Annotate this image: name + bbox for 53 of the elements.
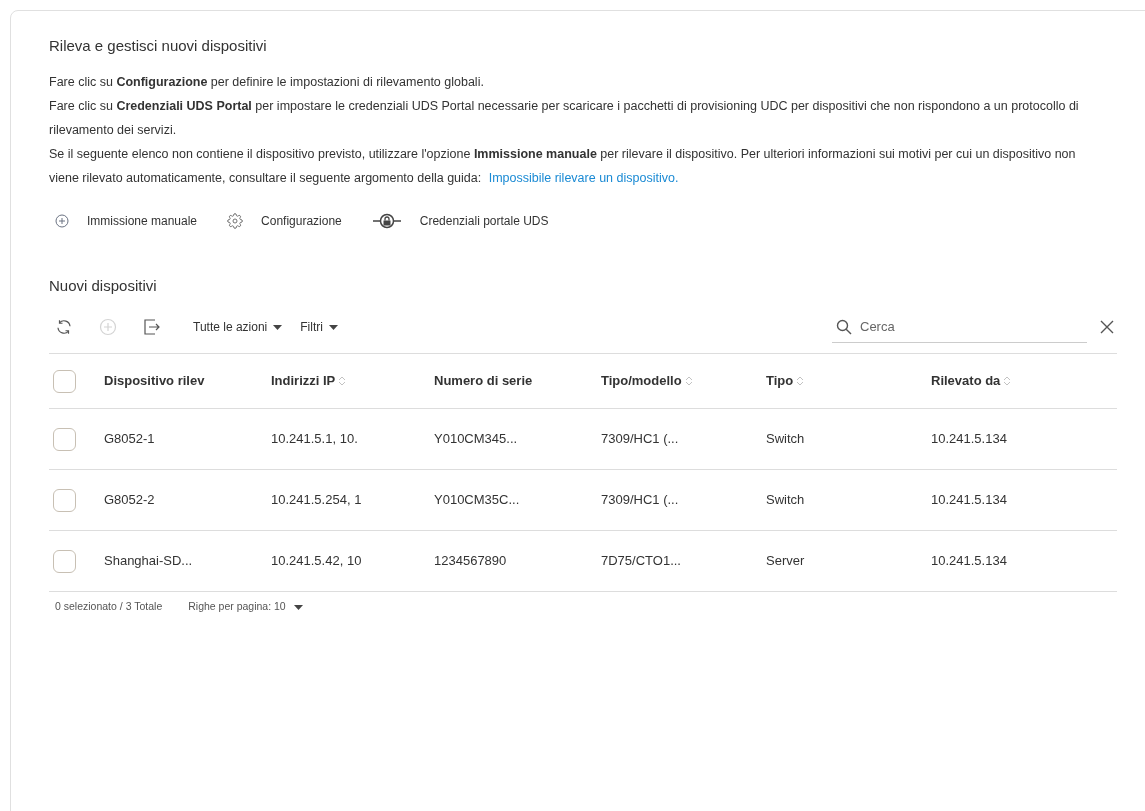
sort-icon <box>797 376 804 386</box>
table-cell: 10.241.5.42, 10 <box>271 553 362 569</box>
table-cell: 10.241.5.134 <box>931 431 1007 447</box>
table-cell: 10.241.5.134 <box>931 492 1007 508</box>
table-cell: Switch <box>766 431 805 447</box>
sort-icon <box>339 376 346 386</box>
table-cell: 7309/HC1 (... <box>601 431 679 447</box>
select-all-checkbox[interactable] <box>53 369 76 393</box>
table-cell: Server <box>766 553 805 569</box>
table-cell: Shanghai-SD... <box>104 553 193 569</box>
column-header[interactable]: Rilevato da <box>931 371 1001 391</box>
row-checkbox[interactable] <box>53 488 76 512</box>
sort-icon <box>1004 376 1011 386</box>
table-cell: 1234567890 <box>434 553 507 569</box>
description-text: Fare clic su Credenziali UDS Portal per impostare le credenziali UDS Portal necessarie per scaricare i pacchetti di provisioning UDC per dispositivi che non rispondono a un protocollo di rilevamento dei servizi. <box>49 97 1080 139</box>
plus-circle-icon <box>55 213 69 228</box>
rows-per-page-dropdown[interactable]: Righe per pagina: 10 <box>188 599 303 615</box>
table-cell: 10.241.5.134 <box>931 553 1007 569</box>
action-button[interactable]: Immissione manuale <box>55 211 198 230</box>
dropdown-menu[interactable]: Tutte le azioni <box>193 318 283 336</box>
sort-icon <box>685 376 692 386</box>
dropdown-menu[interactable]: Filtri <box>300 318 338 336</box>
selection-summary: 0 selezionato / 3 Totale <box>55 599 163 615</box>
table-cell: G8052-1 <box>104 431 155 447</box>
table-cell: Y010CM35C... <box>434 492 520 508</box>
column-header[interactable]: Indirizzi IP <box>271 371 336 391</box>
row-checkbox[interactable] <box>53 549 76 573</box>
table-cell: G8052-2 <box>104 492 155 508</box>
gear-icon <box>227 212 244 229</box>
description-text: Fare clic su Configurazione per definire le impostazioni di rilevamento globali. <box>49 73 485 91</box>
lock-icon <box>371 212 402 229</box>
section-title: Nuovi dispositivi <box>49 275 158 296</box>
description-text: Se il seguente elenco non contiene il dispositivo previsto, utilizzare l'opzione Immissione manuale per rilevare il dispositivo. Per ulteriori informazioni sui motivi per cui un dispositivo non viene rilevato automaticamente, consultare il seguente argomento della guida: Impossibile rilevare un dispositivo. <box>49 145 1077 187</box>
table-cell: Y010CM345... <box>434 431 518 447</box>
column-header[interactable]: Tipo/modello <box>601 371 682 391</box>
column-header[interactable]: Tipo <box>766 371 794 391</box>
table-cell: 10.241.5.1, 10. <box>271 431 358 447</box>
action-button[interactable]: Credenziali portale UDS <box>371 211 549 230</box>
search-field[interactable]: Cerca <box>860 316 1060 337</box>
table-cell: 7309/HC1 (... <box>601 492 679 508</box>
caret-icon <box>293 604 303 610</box>
column-header[interactable]: Dispositivo rilev <box>104 371 205 391</box>
table-cell: 10.241.5.254, 1 <box>271 492 362 508</box>
caret-icon <box>328 324 338 330</box>
row-checkbox[interactable] <box>53 427 76 451</box>
caret-icon <box>273 324 283 330</box>
help-link[interactable]: Impossibile rilevare un dispositivo. <box>488 170 679 185</box>
search-icon <box>836 318 852 335</box>
page-title: Rileva e gestisci nuovi dispositivi <box>49 36 268 56</box>
table-cell: 7D75/CTO1... <box>601 553 681 569</box>
column-header[interactable]: Numero di serie <box>434 371 533 391</box>
action-button[interactable]: Configurazione <box>227 211 342 230</box>
table-cell: Switch <box>766 492 805 508</box>
